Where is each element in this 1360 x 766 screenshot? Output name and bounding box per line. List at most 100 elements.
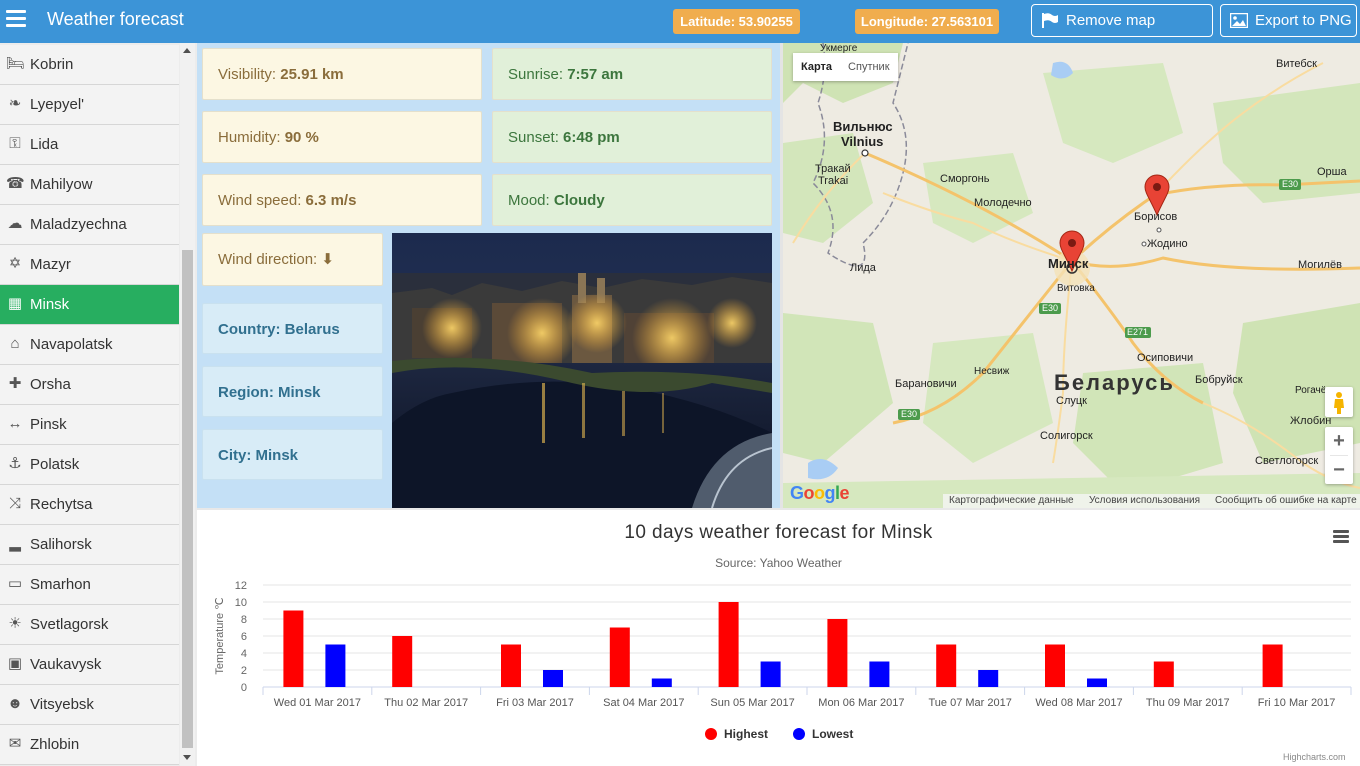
- map-view[interactable]: Укмерге Вильнюс Vilnius Тракай Trakai Сморгон…: [783, 43, 1360, 508]
- sidebar-item-maladzyechna[interactable]: ☁ Maladzyechna: [0, 205, 179, 245]
- map-label-slutsk: Слуцк: [1056, 395, 1087, 407]
- sidebar-item-smarhon[interactable]: ▭ Smarhon: [0, 565, 179, 605]
- map-type-control: Карта Спутник: [793, 53, 898, 81]
- flag-icon: [1042, 13, 1058, 28]
- sidebar-item-vaukavysk[interactable]: ▣ Vaukavysk: [0, 645, 179, 685]
- sidebar-scrollbar[interactable]: [180, 43, 195, 766]
- visibility-value: 25.91 km: [280, 66, 344, 83]
- map-label-soligorsk: Солигорск: [1040, 430, 1093, 442]
- leaf-icon: ❧: [8, 95, 22, 112]
- mood-card: Mood: Cloudy: [492, 174, 772, 226]
- city-list: 🛏 Kobrin ❧ Lyepyel' ⚿ Lida ☎ Mahilyow ☁ Maladzyec…: [0, 45, 179, 765]
- sidebar-item-label: Lyepyel': [30, 96, 85, 113]
- map-type-satellite-button[interactable]: Спутник: [840, 53, 897, 81]
- wind-speed-card: Wind speed: 6.3 m/s: [202, 174, 482, 226]
- sidebar-item-minsk[interactable]: ▦ Minsk: [0, 285, 179, 325]
- bar-highest: [501, 644, 521, 687]
- image-icon: [1230, 13, 1248, 28]
- sidebar-item-navapolatsk[interactable]: ⌂ Navapolatsk: [0, 325, 179, 365]
- bar-highest: [1045, 644, 1065, 687]
- map-label-mogilev: Могилёв: [1298, 259, 1342, 271]
- signal-icon: ▂: [9, 535, 21, 552]
- sidebar-item-rechytsa[interactable]: ⤨ Rechytsa: [0, 485, 179, 525]
- street-view-pegman-icon[interactable]: [1325, 387, 1353, 417]
- wind-direction-card: Wind direction: ⬇: [202, 233, 383, 286]
- sunrise-card: Sunrise: 7:57 am: [492, 48, 772, 100]
- latitude-badge: Latitude: 53.90255: [673, 9, 800, 34]
- bar-highest: [609, 627, 630, 687]
- bar-highest: [283, 610, 304, 687]
- region-value: Minsk: [278, 384, 321, 401]
- wind-speed-label: Wind speed:: [218, 192, 306, 209]
- scrollbar-thumb[interactable]: [182, 250, 193, 748]
- sidebar-item-zhlobin[interactable]: ✉ Zhlobin: [0, 725, 179, 765]
- bar-lowest: [760, 661, 781, 687]
- visibility-label: Visibility:: [218, 66, 281, 83]
- map-label-molodechno: Молодечно: [974, 197, 1032, 209]
- sidebar-item-label: Salihorsk: [30, 536, 92, 553]
- map-label-trakai-ru: Тракай: [815, 163, 851, 175]
- map-label-borisov: Борисов: [1134, 211, 1178, 223]
- map-label-bobruisk: Бобруйск: [1195, 374, 1243, 386]
- hdd-icon: ▭: [7, 575, 23, 592]
- sidebar-item-lida[interactable]: ⚿ Lida: [0, 125, 179, 165]
- sidebar-item-mazyr[interactable]: ✡ Mazyr: [0, 245, 179, 285]
- zoom-control: + −: [1325, 427, 1353, 484]
- mood-label: Mood:: [508, 192, 554, 209]
- x-tick-label: Fri 03 Mar 2017: [496, 697, 574, 709]
- shuffle-icon: ⤨: [8, 495, 21, 512]
- country-label: Country:: [218, 321, 285, 338]
- export-png-label: Export to PNG: [1255, 12, 1352, 29]
- y-tick-label: 2: [241, 665, 247, 677]
- sidebar-item-polatsk[interactable]: ⚓ Polatsk: [0, 445, 179, 485]
- zoom-out-button[interactable]: −: [1325, 456, 1353, 484]
- user-icon: ☻: [7, 695, 23, 712]
- map-label-nesvizh: Несвиж: [974, 366, 1010, 377]
- sidebar-item-label: Lida: [30, 136, 59, 153]
- remove-map-markers-button[interactable]: Remove map markers: [1031, 4, 1213, 60]
- highcharts-credits-link[interactable]: Highcharts.com: [1283, 752, 1346, 762]
- city-label: City:: [218, 447, 256, 464]
- map-footer: Картографические данные Условия использо…: [943, 494, 1360, 508]
- export-png-button[interactable]: Export to PNG: [1220, 4, 1357, 37]
- bar-highest: [936, 644, 957, 687]
- sidebar-item-label: Vitsyebsk: [30, 696, 94, 713]
- sunset-card: Sunset: 6:48 pm: [492, 111, 772, 163]
- map-label-minsk: Минск: [1048, 256, 1089, 271]
- sidebar-item-label: Mazyr: [30, 256, 71, 273]
- map-label-trakai: Trakai: [818, 175, 849, 187]
- sidebar-item-svetlagorsk[interactable]: ☀ Svetlagorsk: [0, 605, 179, 645]
- sidebar-item-lyepyel[interactable]: ❧ Lyepyel': [0, 85, 179, 125]
- map-terms-link[interactable]: Условия использования: [1089, 495, 1200, 506]
- map-label-orsha: Орша: [1317, 166, 1347, 178]
- scroll-down-arrow-icon[interactable]: [183, 755, 191, 760]
- x-tick-label: Fri 10 Mar 2017: [1258, 697, 1336, 709]
- map-report-link[interactable]: Сообщить об ошибке на карте: [1215, 495, 1357, 506]
- sidebar-item-pinsk[interactable]: ↔ Pinsk: [0, 405, 179, 445]
- sidebar-item-vitsyebsk[interactable]: ☻ Vitsyebsk: [0, 685, 179, 725]
- y-tick-label: 10: [235, 597, 247, 609]
- sidebar-item-mahilyow[interactable]: ☎ Mahilyow: [0, 165, 179, 205]
- legend-symbol: [705, 728, 717, 740]
- map-label-zhodino: Жодино: [1147, 238, 1188, 250]
- sidebar-item-salihorsk[interactable]: ▂ Salihorsk: [0, 525, 179, 565]
- map-label-osipovichi: Осиповичи: [1137, 352, 1194, 364]
- sidebar-item-label: Orsha: [30, 376, 71, 393]
- hamburger-menu-icon[interactable]: [6, 9, 28, 27]
- sidebar-item-kobrin[interactable]: 🛏 Kobrin: [0, 45, 179, 85]
- map-label-baranovichi: Барановичи: [895, 378, 957, 390]
- country-value: Belarus: [284, 321, 340, 338]
- zoom-in-button[interactable]: +: [1325, 427, 1353, 455]
- sidebar-item-orsha[interactable]: ✚ Orsha: [0, 365, 179, 405]
- bar-lowest: [325, 644, 346, 687]
- humidity-value: 90 %: [284, 129, 319, 146]
- legend-label: Lowest: [812, 727, 854, 741]
- sunset-label: Sunset:: [508, 129, 564, 146]
- sidebar-item-label: Vaukavysk: [30, 656, 102, 673]
- sidebar-item-label: Maladzyechna: [30, 216, 127, 233]
- bar-highest: [827, 619, 848, 687]
- map-type-map-button[interactable]: Карта: [793, 53, 840, 81]
- scroll-up-arrow-icon[interactable]: [183, 48, 191, 53]
- map-data-link[interactable]: Картографические данные: [949, 495, 1074, 506]
- chart-context-menu-icon[interactable]: [1333, 530, 1349, 544]
